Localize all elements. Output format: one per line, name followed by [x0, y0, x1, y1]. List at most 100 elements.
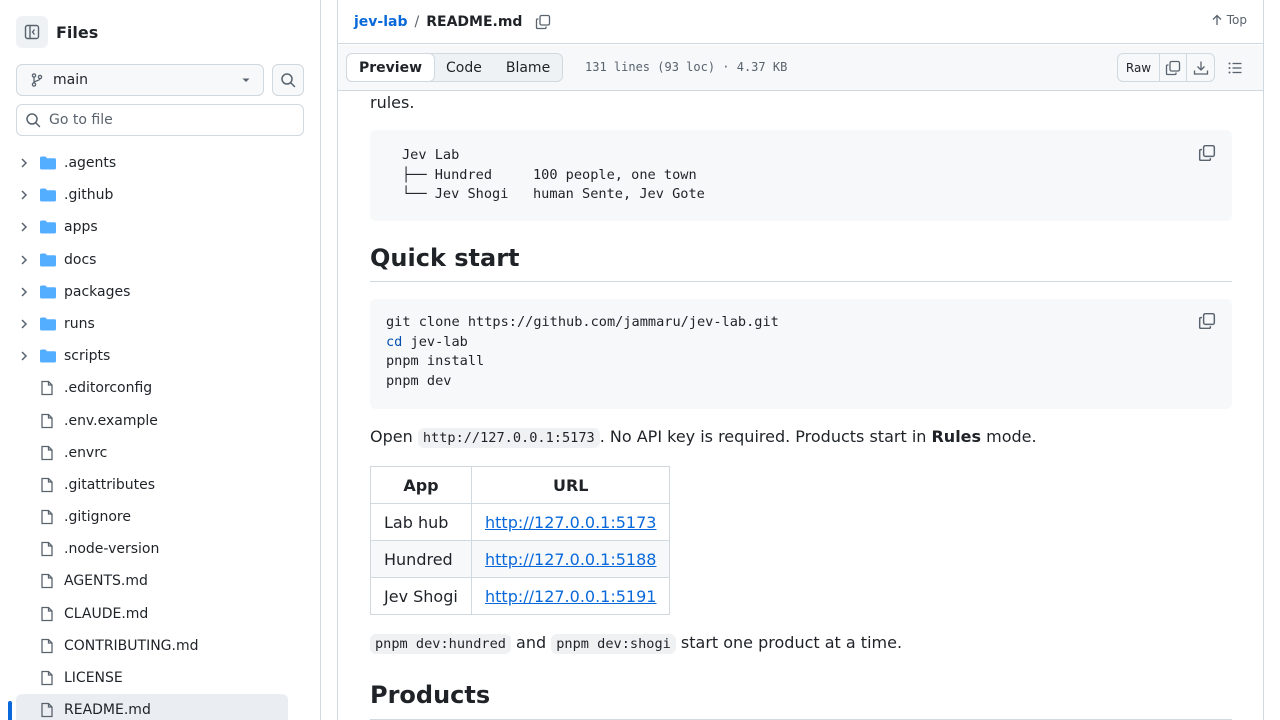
- tree-item-label: runs: [64, 315, 95, 332]
- tree-folder-agents[interactable]: .agents: [16, 147, 288, 179]
- copy-code-button[interactable]: [1198, 144, 1216, 166]
- url-link[interactable]: http://127.0.0.1:5191: [485, 587, 656, 606]
- file-viewer: jev-lab / README.md Top Preview Code Bla…: [337, 0, 1264, 720]
- list-unordered-icon: [1228, 62, 1242, 74]
- file-toolbar: Preview Code Blame 131 lines (93 loc) · …: [338, 45, 1263, 91]
- table-cell-app: Hundred: [370, 540, 472, 578]
- copy-code-button[interactable]: [1198, 312, 1216, 334]
- table-cell-app: Jev Shogi: [370, 577, 472, 615]
- tree-code: Jev Lab ├── Hundred 100 people, one town…: [402, 147, 705, 203]
- tree-file-editorconfig[interactable]: .editorconfig: [16, 372, 288, 404]
- tree-file-gitignore[interactable]: .gitignore: [16, 501, 288, 533]
- tree-file-node-version[interactable]: .node-version: [16, 533, 288, 565]
- paragraph-open: Open http://127.0.0.1:5173. No API key i…: [370, 425, 1232, 450]
- tab-code[interactable]: Code: [434, 54, 494, 81]
- download-icon: [1193, 61, 1208, 75]
- url-link[interactable]: http://127.0.0.1:5173: [485, 513, 656, 532]
- tree-item-label: apps: [64, 219, 98, 236]
- go-to-file-field[interactable]: [16, 104, 304, 136]
- breadcrumb-separator: /: [414, 13, 420, 30]
- top-link[interactable]: Top: [1211, 13, 1247, 27]
- tree-folder-runs[interactable]: runs: [16, 308, 288, 340]
- branch-label: main: [53, 72, 88, 88]
- tree-file-license[interactable]: LICENSE: [16, 662, 288, 694]
- quick-start-code: git clone https://github.com/jammaru/jev…: [386, 313, 779, 392]
- git-branch-icon: [31, 73, 43, 87]
- tree-code-block: Jev Lab ├── Hundred 100 people, one town…: [370, 130, 1232, 221]
- folder-icon: [40, 285, 56, 299]
- table-header-url: URL: [470, 466, 671, 504]
- tree-folder-packages[interactable]: packages: [16, 276, 288, 308]
- collapse-sidebar-button[interactable]: [16, 16, 48, 48]
- branch-selector-button[interactable]: main: [16, 64, 264, 96]
- copy-raw-button[interactable]: [1160, 54, 1187, 81]
- tree-file-gitattributes[interactable]: .gitattributes: [16, 469, 288, 501]
- raw-button[interactable]: Raw: [1118, 54, 1160, 81]
- file-icon: [41, 477, 53, 493]
- heading-products: Products: [370, 680, 1232, 720]
- sidebar-header: Files: [16, 16, 98, 48]
- tree-item-label: .agents: [64, 155, 117, 171]
- file-actions-group: Raw: [1117, 53, 1215, 82]
- chevron-right-icon[interactable]: [18, 254, 30, 266]
- folder-icon: [40, 220, 56, 234]
- view-mode-tabs: Preview Code Blame: [346, 53, 564, 82]
- chevron-right-icon[interactable]: [18, 157, 30, 169]
- tree-item-label: scripts: [64, 348, 111, 365]
- file-icon: [41, 606, 53, 621]
- top-link-label: Top: [1226, 13, 1247, 27]
- chevron-right-icon[interactable]: [18, 350, 30, 362]
- folder-icon: [40, 156, 56, 170]
- sidebar-title: Files: [56, 22, 99, 42]
- file-icon: [41, 703, 53, 718]
- tree-folder-docs[interactable]: docs: [16, 244, 288, 276]
- tab-preview[interactable]: Preview: [346, 53, 436, 82]
- folder-icon: [40, 188, 56, 202]
- text: mode.: [981, 427, 1037, 446]
- tree-item-label: AGENTS.md: [64, 573, 148, 590]
- go-to-file-input[interactable]: [49, 112, 289, 128]
- tree-file-contributing-md[interactable]: CONTRIBUTING.md: [16, 630, 288, 662]
- breadcrumb-file-name: README.md: [426, 13, 523, 30]
- tree-item-label: .gitattributes: [64, 476, 156, 493]
- download-button[interactable]: [1187, 54, 1214, 81]
- tree-item-label: .gitignore: [64, 509, 131, 526]
- tree-file-readme-md[interactable]: README.md: [16, 694, 288, 720]
- file-icon: [41, 413, 53, 428]
- tree-folder-github[interactable]: .github: [16, 179, 288, 211]
- folder-icon: [40, 349, 56, 363]
- inline-code-cmd: pnpm dev:shogi: [551, 634, 676, 654]
- tree-item-label: README.md: [64, 702, 151, 719]
- tree-item-label: LICENSE: [64, 670, 123, 686]
- tab-blame[interactable]: Blame: [494, 54, 562, 81]
- copy-path-button[interactable]: [535, 14, 551, 30]
- tree-folder-apps[interactable]: apps: [16, 211, 288, 243]
- table-cell-url: http://127.0.0.1:5191: [470, 577, 671, 615]
- tree-file-envrc[interactable]: .envrc: [16, 437, 288, 469]
- file-icon: [41, 381, 53, 396]
- file-icon: [41, 509, 53, 525]
- tree-folder-scripts[interactable]: scripts: [16, 340, 288, 372]
- tree-file-env-example[interactable]: .env.example: [16, 405, 288, 437]
- chevron-right-icon[interactable]: [18, 189, 30, 201]
- tree-file-claude-md[interactable]: CLAUDE.md: [16, 598, 288, 630]
- chevron-right-icon[interactable]: [18, 286, 30, 298]
- code-line: jev-lab: [402, 333, 468, 350]
- text: . No API key is required. Products start…: [599, 427, 932, 446]
- bold-rules: Rules: [931, 427, 982, 446]
- table-cell-url: http://127.0.0.1:5188: [470, 540, 671, 578]
- table-row: Lab hub http://127.0.0.1:5173: [370, 503, 671, 541]
- outline-button[interactable]: [1227, 60, 1243, 80]
- copy-icon: [1198, 144, 1216, 162]
- code-line: git clone https://github.com/jammaru/jev…: [386, 314, 779, 330]
- url-link[interactable]: http://127.0.0.1:5188: [485, 550, 656, 569]
- tree-file-agents-md[interactable]: AGENTS.md: [16, 565, 288, 597]
- chevron-right-icon[interactable]: [18, 318, 30, 330]
- code-line: pnpm install: [386, 353, 485, 370]
- chevron-right-icon[interactable]: [18, 221, 30, 233]
- breadcrumb-repo-link[interactable]: jev-lab: [354, 14, 408, 30]
- inline-code-url: http://127.0.0.1:5173: [417, 428, 600, 448]
- table-header-row: App URL: [370, 466, 671, 504]
- search-files-button[interactable]: [272, 64, 304, 96]
- sidebar-collapse-icon: [24, 24, 40, 40]
